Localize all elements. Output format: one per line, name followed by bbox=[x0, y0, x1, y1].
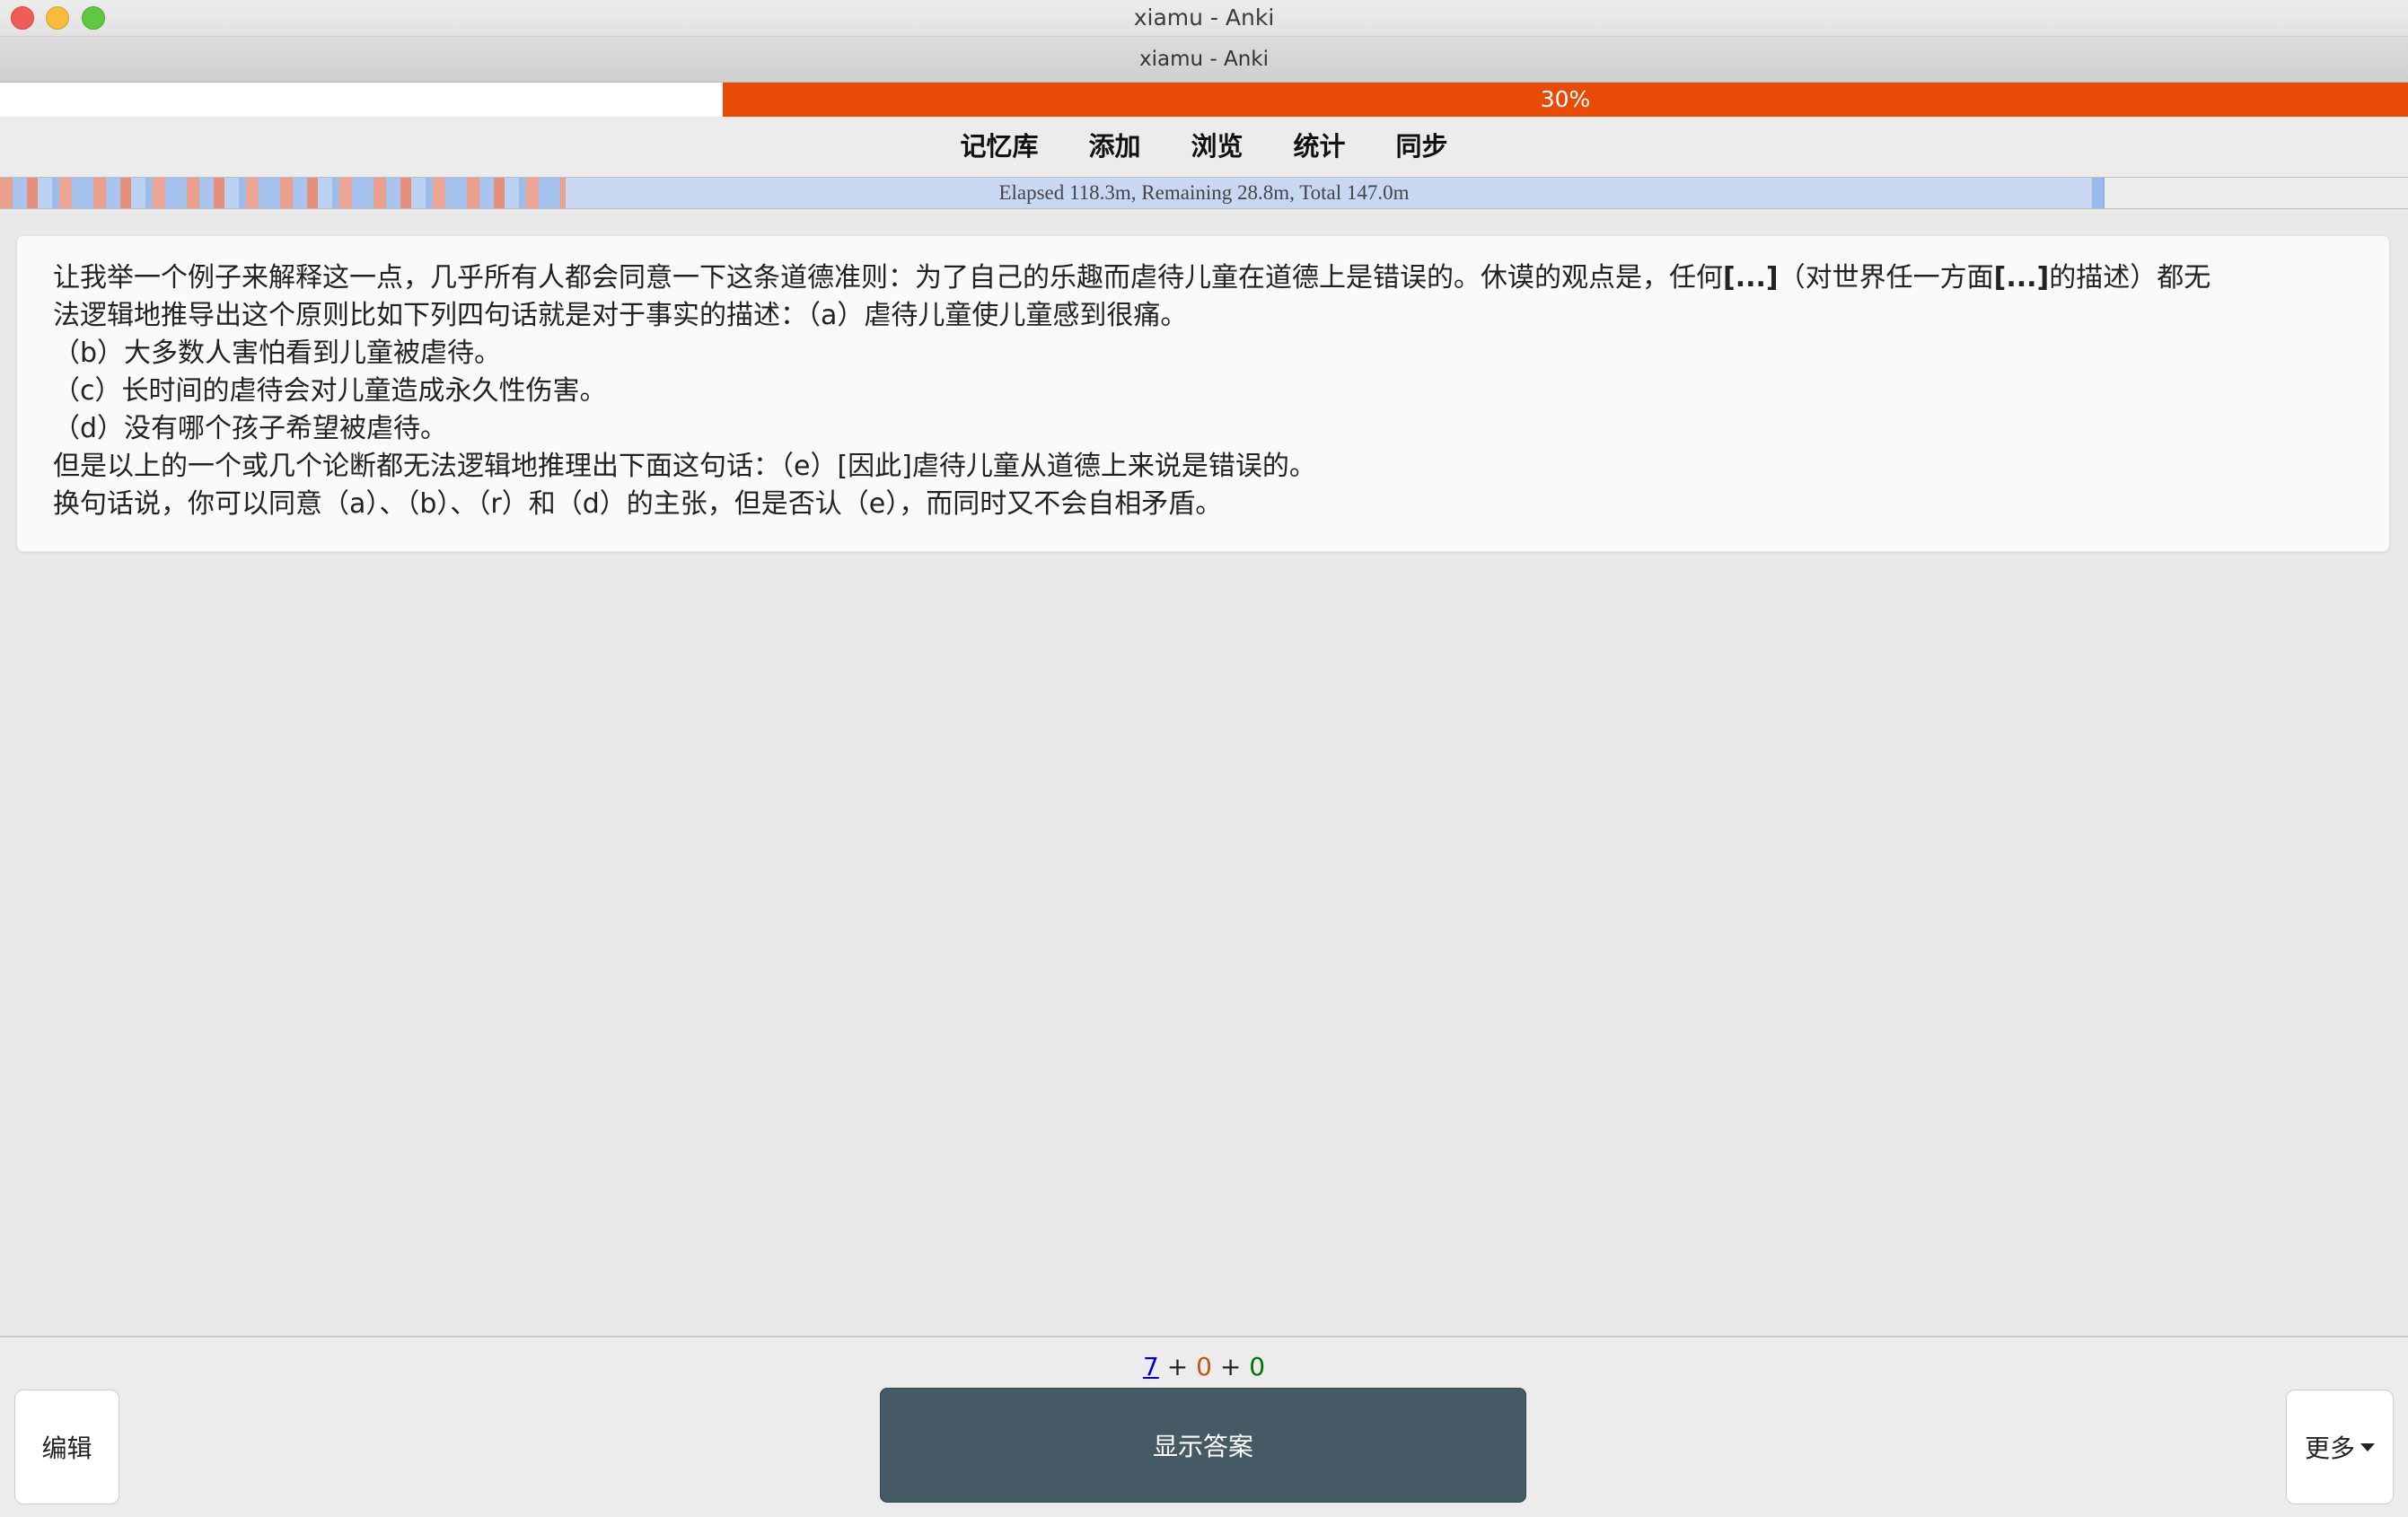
nav-decks[interactable]: 记忆库 bbox=[935, 127, 1063, 166]
time-bar-label: Elapsed 118.3m, Remaining 28.8m, Total 1… bbox=[998, 181, 1410, 204]
nav-stats[interactable]: 统计 bbox=[1269, 127, 1371, 166]
more-label: 更多 bbox=[2304, 1434, 2355, 1463]
top-toolbar: 记忆库 添加 浏览 统计 同步 bbox=[0, 118, 2408, 177]
card-line: 换句话说，你可以同意（a）、（b）、（r）和（d）的主张，但是否认（e），而同时… bbox=[53, 488, 1223, 520]
card-line: 法逻辑地推导出这个原则比如下列四句话就是对于事实的描述：（a）虐待儿童使儿童感到… bbox=[53, 300, 1188, 331]
card-line: （c）长时间的虐待会对儿童造成永久性伤害。 bbox=[53, 375, 607, 407]
nav-add[interactable]: 添加 bbox=[1063, 127, 1165, 166]
card-question: 让我举一个例子来解释这一点，几乎所有人都会同意一下这条道德准则：为了自己的乐趣而… bbox=[16, 235, 2390, 552]
cloze-marker: [...] bbox=[1993, 262, 2050, 294]
card-line: 让我举一个例子来解释这一点，几乎所有人都会同意一下这条道德准则：为了自己的乐趣而… bbox=[53, 262, 2211, 294]
review-progress-bar: 30% bbox=[0, 83, 2408, 117]
time-progress-bar: Elapsed 118.3m, Remaining 28.8m, Total 1… bbox=[0, 177, 2408, 209]
card-line: 但是以上的一个或几个论断都无法逻辑地推理出下面这句话：（e）[因此]虐待儿童从道… bbox=[53, 451, 1316, 482]
chevron-down-icon bbox=[2360, 1442, 2375, 1451]
card-line: （b）大多数人害怕看到儿童被虐待。 bbox=[53, 338, 502, 369]
nav-browse[interactable]: 浏览 bbox=[1165, 127, 1268, 166]
progress-label: 30% bbox=[1540, 86, 1591, 112]
learning-count: 0 bbox=[1196, 1352, 1212, 1381]
cloze-marker: [...] bbox=[1723, 262, 1779, 294]
card-line: （d）没有哪个孩子希望被虐待。 bbox=[53, 413, 448, 444]
new-count: 7 bbox=[1142, 1352, 1159, 1381]
edit-button[interactable]: 编辑 bbox=[14, 1390, 119, 1504]
bottom-bar: 7 + 0 + 0 编辑 显示答案 更多 bbox=[0, 1336, 2408, 1517]
show-answer-button[interactable]: 显示答案 bbox=[880, 1388, 1526, 1503]
window-title: xiamu - Anki bbox=[0, 37, 2408, 83]
review-count: 0 bbox=[1249, 1352, 1266, 1381]
os-window-title: xiamu - Anki bbox=[1133, 4, 1275, 31]
more-button[interactable]: 更多 bbox=[2286, 1390, 2394, 1504]
due-counts: 7 + 0 + 0 bbox=[1142, 1352, 1266, 1381]
nav-sync[interactable]: 同步 bbox=[1371, 127, 1473, 166]
os-titlebar: xiamu - Anki bbox=[0, 0, 2408, 37]
